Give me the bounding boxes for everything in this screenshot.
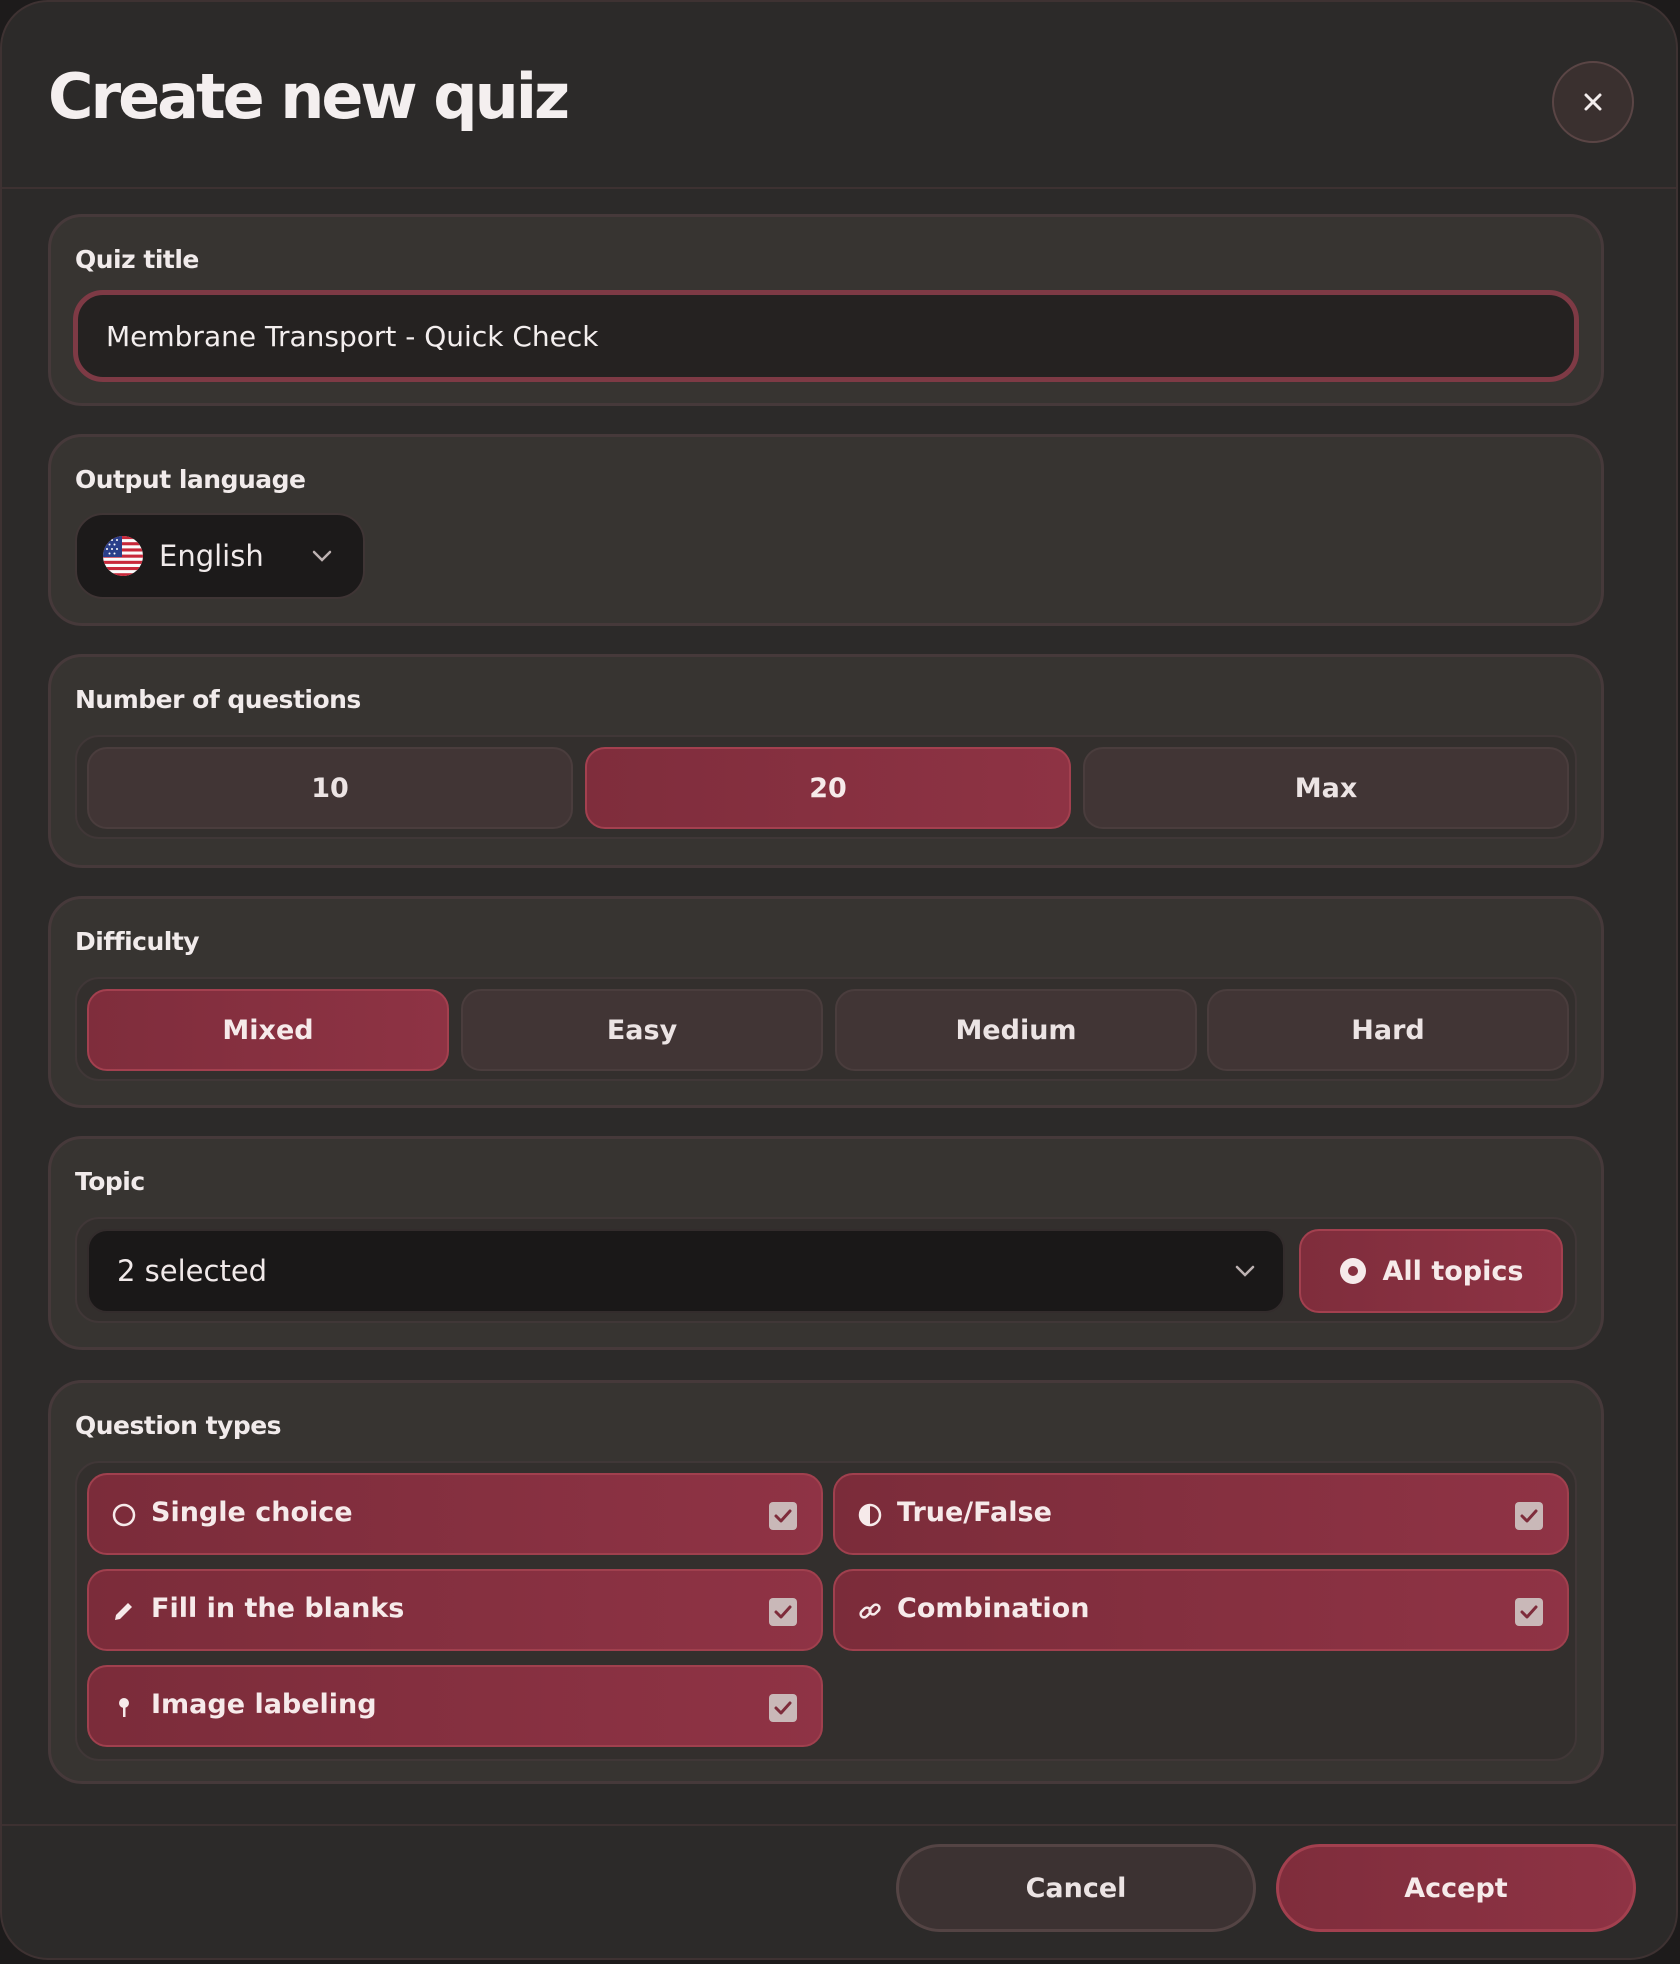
- question-types-label: Question types: [75, 1411, 282, 1440]
- difficulty-option-mixed[interactable]: Mixed: [87, 989, 449, 1071]
- question-type-single-choice[interactable]: Single choice: [87, 1473, 823, 1555]
- checkbox-checked[interactable]: [769, 1598, 797, 1626]
- question-types-group: Single choice True/False Fill in the bla…: [75, 1461, 1577, 1761]
- checkbox-checked[interactable]: [1515, 1598, 1543, 1626]
- cancel-button[interactable]: Cancel: [896, 1844, 1256, 1932]
- number-of-questions-section: Number of questions 10 20 Max: [48, 654, 1604, 868]
- difficulty-group: Mixed Easy Medium Hard: [75, 977, 1577, 1081]
- difficulty-label: Difficulty: [75, 927, 200, 956]
- question-type-combination[interactable]: Combination: [833, 1569, 1569, 1651]
- difficulty-option-hard[interactable]: Hard: [1207, 989, 1569, 1071]
- question-type-label: Single choice: [151, 1497, 353, 1528]
- us-flag-icon: [103, 536, 143, 576]
- checkbox-checked[interactable]: [769, 1694, 797, 1722]
- radio-dot-icon: [1339, 1258, 1366, 1284]
- question-type-label: Image labeling: [151, 1689, 377, 1720]
- accept-button[interactable]: Accept: [1276, 1844, 1636, 1932]
- quiz-title-input[interactable]: [73, 290, 1579, 382]
- difficulty-option-easy[interactable]: Easy: [461, 989, 823, 1071]
- question-count-group: 10 20 Max: [75, 735, 1577, 839]
- dialog-title: Create new quiz: [48, 60, 570, 133]
- question-type-label: Fill in the blanks: [151, 1593, 405, 1624]
- topic-label: Topic: [75, 1167, 145, 1196]
- question-types-section: Question types Single choice True/False: [48, 1380, 1604, 1784]
- question-type-label: True/False: [897, 1497, 1052, 1528]
- pencil-icon: [111, 1598, 137, 1624]
- dialog-header: Create new quiz: [2, 2, 1676, 189]
- count-option-10[interactable]: 10: [87, 747, 573, 829]
- count-option-20[interactable]: 20: [585, 747, 1071, 829]
- close-icon: [1584, 93, 1602, 111]
- topic-select[interactable]: 2 selected: [87, 1229, 1285, 1313]
- language-select[interactable]: English: [75, 513, 365, 599]
- output-language-label: Output language: [75, 465, 306, 494]
- number-of-questions-label: Number of questions: [75, 685, 361, 714]
- topic-value: 2 selected: [117, 1254, 268, 1288]
- pin-icon: [111, 1694, 137, 1720]
- checkbox-checked[interactable]: [769, 1502, 797, 1530]
- question-type-label: Combination: [897, 1593, 1090, 1624]
- question-type-fill-in-the-blanks[interactable]: Fill in the blanks: [87, 1569, 823, 1651]
- half-circle-icon: [857, 1502, 883, 1528]
- all-topics-label: All topics: [1382, 1255, 1524, 1287]
- close-button[interactable]: [1552, 61, 1634, 143]
- circle-outline-icon: [111, 1502, 137, 1528]
- quiz-title-section: Quiz title: [48, 214, 1604, 406]
- checkbox-checked[interactable]: [1515, 1502, 1543, 1530]
- link-icon: [857, 1598, 883, 1624]
- topic-section: Topic 2 selected All topics: [48, 1136, 1604, 1350]
- difficulty-option-medium[interactable]: Medium: [835, 989, 1197, 1071]
- output-language-section: Output language English: [48, 434, 1604, 626]
- topic-controls: 2 selected All topics: [75, 1217, 1577, 1323]
- all-topics-button[interactable]: All topics: [1299, 1229, 1563, 1313]
- quiz-title-label: Quiz title: [75, 245, 199, 274]
- chevron-down-icon: [1235, 1265, 1255, 1277]
- create-quiz-dialog: Create new quiz Quiz title Output langua…: [0, 0, 1678, 1960]
- difficulty-section: Difficulty Mixed Easy Medium Hard: [48, 896, 1604, 1108]
- question-type-image-labeling[interactable]: Image labeling: [87, 1665, 823, 1747]
- question-type-true-false[interactable]: True/False: [833, 1473, 1569, 1555]
- chevron-down-icon: [312, 550, 331, 562]
- language-value: English: [159, 539, 264, 573]
- dialog-footer: Cancel Accept: [2, 1824, 1676, 1958]
- count-option-max[interactable]: Max: [1083, 747, 1569, 829]
